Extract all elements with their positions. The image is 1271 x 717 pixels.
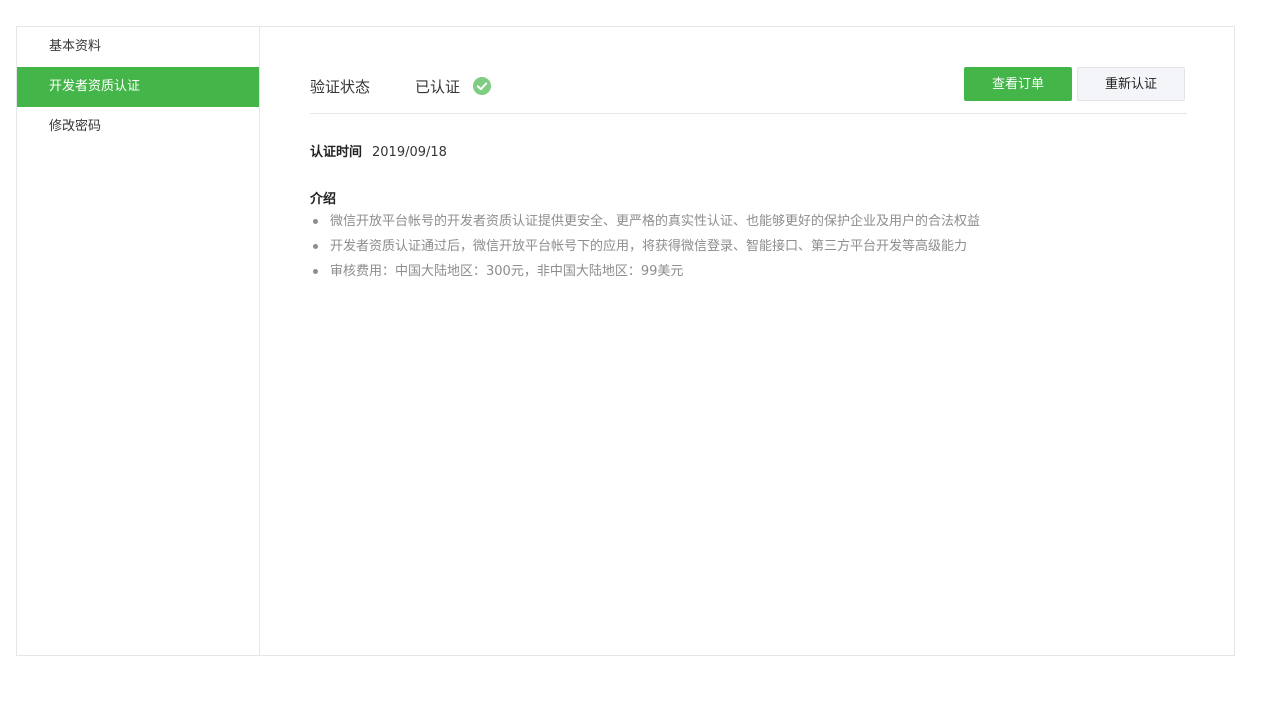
content-panel: 基本资料 开发者资质认证 修改密码 验证状态 已认证 查看订单 重新认证 认证时… bbox=[16, 26, 1235, 656]
bullet-icon bbox=[313, 219, 318, 224]
intro-list: 微信开放平台帐号的开发者资质认证提供更安全、更严格的真实性认证、也能够更好的保护… bbox=[310, 209, 980, 284]
sidebar: 基本资料 开发者资质认证 修改密码 bbox=[17, 27, 260, 655]
bullet-icon bbox=[313, 244, 318, 249]
intro-item-text: 开发者资质认证通过后，微信开放平台帐号下的应用，将获得微信登录、智能接口、第三方… bbox=[330, 239, 968, 254]
bullet-icon bbox=[313, 269, 318, 274]
view-orders-button[interactable]: 查看订单 bbox=[964, 67, 1072, 101]
verification-time-value: 2019/09/18 bbox=[372, 145, 447, 160]
list-item: 开发者资质认证通过后，微信开放平台帐号下的应用，将获得微信登录、智能接口、第三方… bbox=[310, 234, 980, 259]
sidebar-item-basic-info[interactable]: 基本资料 bbox=[17, 27, 259, 67]
check-circle-icon bbox=[473, 77, 491, 95]
intro-title: 介绍 bbox=[310, 192, 337, 207]
intro-item-text: 审核费用：中国大陆地区：300元，非中国大陆地区：99美元 bbox=[330, 264, 684, 279]
sidebar-item-change-password[interactable]: 修改密码 bbox=[17, 107, 259, 147]
sidebar-item-developer-verification[interactable]: 开发者资质认证 bbox=[17, 67, 259, 107]
list-item: 审核费用：中国大陆地区：300元，非中国大陆地区：99美元 bbox=[310, 259, 980, 284]
list-item: 微信开放平台帐号的开发者资质认证提供更安全、更严格的真实性认证、也能够更好的保护… bbox=[310, 209, 980, 234]
status-value: 已认证 bbox=[415, 78, 461, 96]
intro-item-text: 微信开放平台帐号的开发者资质认证提供更安全、更严格的真实性认证、也能够更好的保护… bbox=[330, 214, 981, 229]
verification-status-row: 验证状态 已认证 查看订单 重新认证 bbox=[310, 67, 1187, 114]
status-label: 验证状态 bbox=[310, 78, 371, 96]
verification-time-row: 认证时间 2019/09/18 bbox=[310, 141, 447, 160]
reverify-button[interactable]: 重新认证 bbox=[1077, 67, 1185, 101]
verification-time-label: 认证时间 bbox=[310, 145, 363, 160]
